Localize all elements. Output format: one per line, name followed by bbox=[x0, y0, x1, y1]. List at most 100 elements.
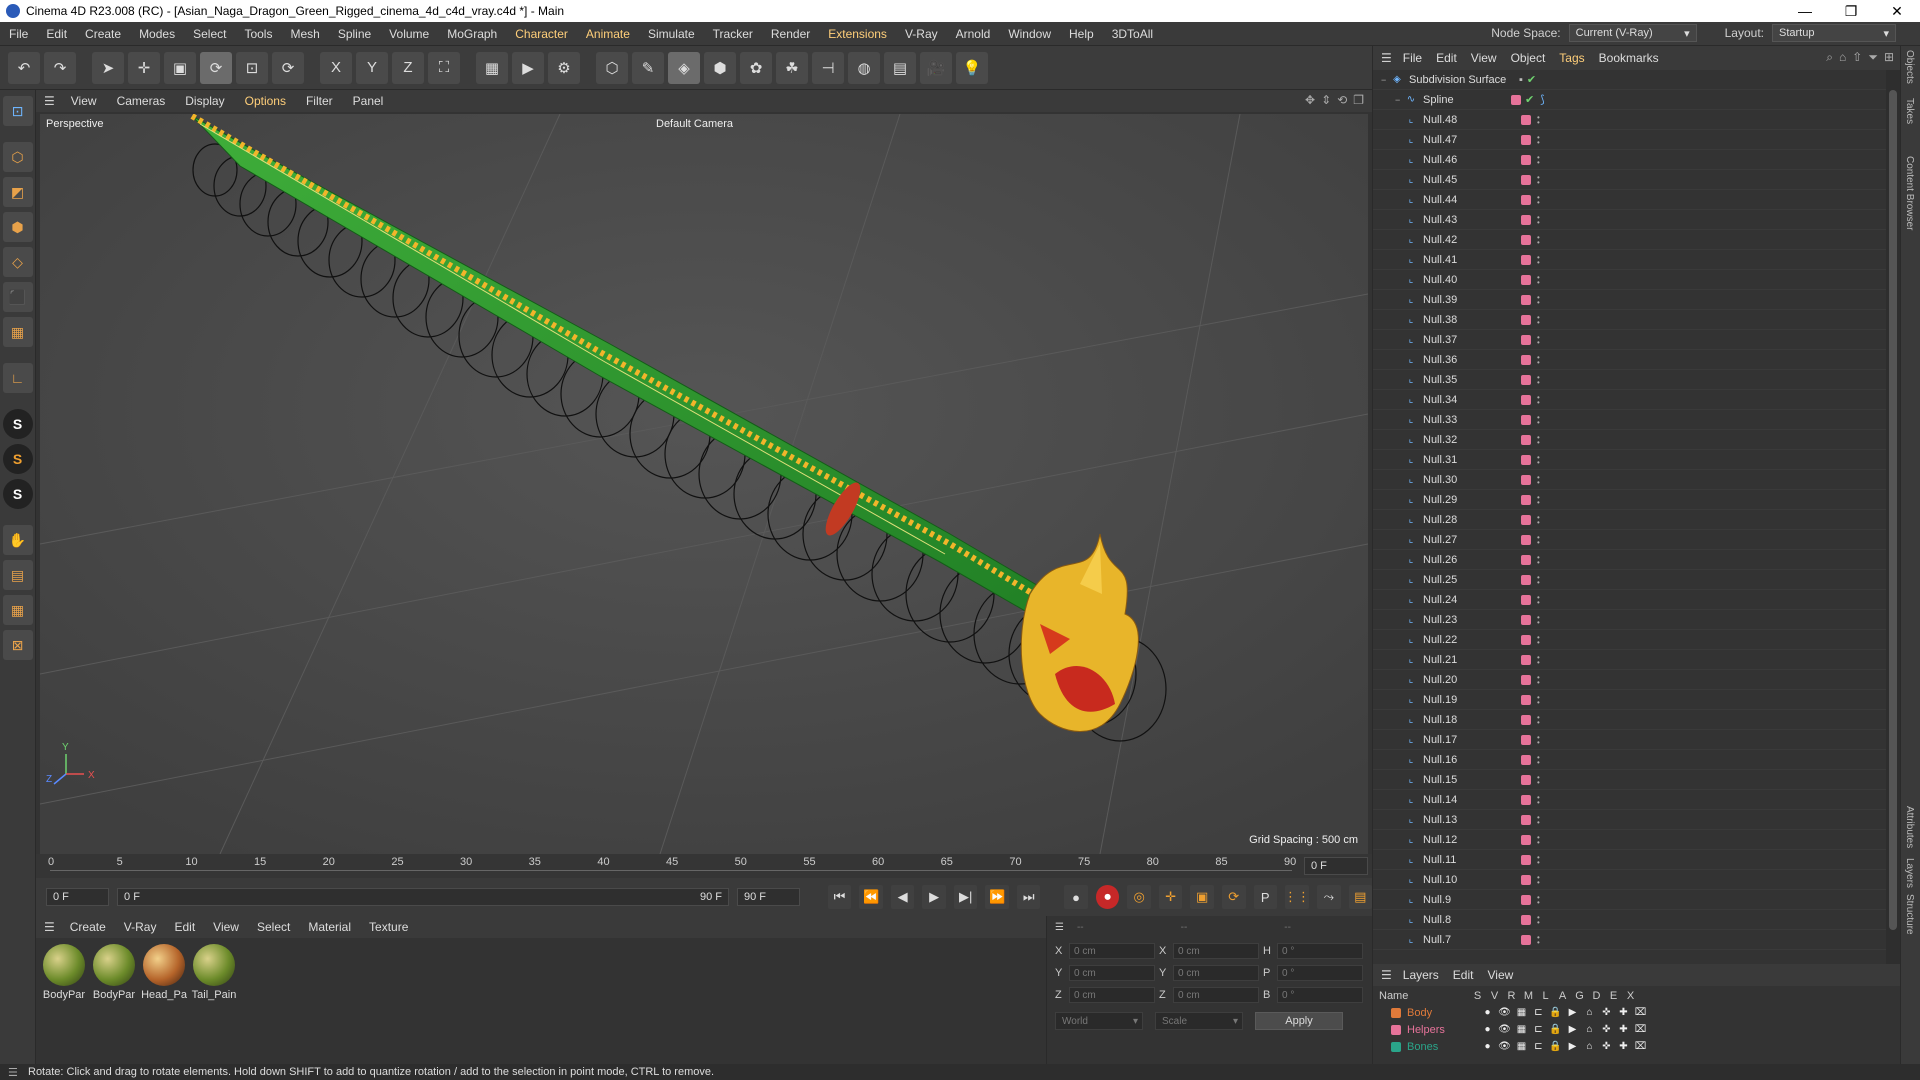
layer-color-tag[interactable] bbox=[1521, 754, 1531, 765]
layer-flag-r-icon[interactable]: ▦ bbox=[1513, 1007, 1530, 1018]
object-row-null-14[interactable]: ⌞ Null.14 • • bbox=[1373, 790, 1886, 810]
visibility-dots-icon[interactable]: • • bbox=[1537, 533, 1541, 546]
snap-icon[interactable]: S bbox=[2, 409, 33, 439]
side-tab-takes[interactable]: Takes bbox=[1904, 98, 1915, 124]
layer-flag-s-icon[interactable]: ● bbox=[1479, 1024, 1496, 1035]
layer-flag-d-icon[interactable]: ✜ bbox=[1598, 1041, 1615, 1052]
visibility-dots-icon[interactable]: • • bbox=[1537, 833, 1541, 846]
object-row-null-18[interactable]: ⌞ Null.18 • • bbox=[1373, 710, 1886, 730]
layer-color-tag[interactable] bbox=[1521, 494, 1531, 505]
layer-color-tag[interactable] bbox=[1511, 94, 1521, 105]
layer-flag-l-icon[interactable]: 🔒 bbox=[1547, 1007, 1564, 1018]
visibility-dots-icon[interactable]: • • bbox=[1537, 453, 1541, 466]
record-rotation-icon[interactable]: ⟳ bbox=[1221, 885, 1246, 909]
layer-color-tag[interactable] bbox=[1521, 174, 1531, 185]
end-frame-field[interactable]: 90 F bbox=[736, 888, 800, 906]
object-row-null-15[interactable]: ⌞ Null.15 • • bbox=[1373, 770, 1886, 790]
weight-icon[interactable]: ✋ bbox=[2, 525, 33, 555]
visibility-dots-icon[interactable]: • • bbox=[1537, 133, 1541, 146]
edit-render-toggle-icon[interactable]: ▪ bbox=[1519, 74, 1523, 86]
object-row-null-41[interactable]: ⌞ Null.41 • • bbox=[1373, 250, 1886, 270]
visibility-dots-icon[interactable]: • • bbox=[1537, 153, 1541, 166]
object-row-null-17[interactable]: ⌞ Null.17 • • bbox=[1373, 730, 1886, 750]
object-row-null-21[interactable]: ⌞ Null.21 • • bbox=[1373, 650, 1886, 670]
layer-flag-m-icon[interactable]: ⊏ bbox=[1530, 1041, 1547, 1052]
layer-color-tag[interactable] bbox=[1521, 434, 1531, 445]
layer-flag-g-icon[interactable]: ⌂ bbox=[1581, 1007, 1598, 1018]
minimize-button[interactable]: — bbox=[1782, 0, 1828, 22]
layer-color-tag[interactable] bbox=[1521, 774, 1531, 785]
axis-icon[interactable]: ∟ bbox=[2, 363, 33, 393]
hamburger-icon[interactable]: ☰ bbox=[1055, 922, 1073, 940]
object-row-null-42[interactable]: ⌞ Null.42 • • bbox=[1373, 230, 1886, 250]
layer-color-tag[interactable] bbox=[1521, 234, 1531, 245]
material-menu-material[interactable]: Material bbox=[299, 920, 360, 934]
polygons-mode-icon[interactable]: ⬛ bbox=[2, 282, 33, 312]
object-row-null-31[interactable]: ⌞ Null.31 • • bbox=[1373, 450, 1886, 470]
layer-menu-edit[interactable]: Edit bbox=[1446, 968, 1481, 982]
enabled-check-icon[interactable]: ✔ bbox=[1525, 93, 1534, 106]
collapse-icon[interactable]: − bbox=[1395, 95, 1405, 105]
move-icon[interactable]: ✛ bbox=[128, 51, 160, 84]
scrollbar-thumb[interactable] bbox=[1889, 90, 1897, 930]
object-row-null-37[interactable]: ⌞ Null.37 • • bbox=[1373, 330, 1886, 350]
visibility-dots-icon[interactable]: • • bbox=[1537, 853, 1541, 866]
visibility-dots-icon[interactable]: • • bbox=[1537, 693, 1541, 706]
object-row-null-38[interactable]: ⌞ Null.38 • • bbox=[1373, 310, 1886, 330]
soft-selection-icon[interactable]: S bbox=[2, 444, 33, 474]
object-row-null-45[interactable]: ⌞ Null.45 • • bbox=[1373, 170, 1886, 190]
layer-color-tag[interactable] bbox=[1521, 474, 1531, 485]
visibility-dots-icon[interactable]: • • bbox=[1537, 293, 1541, 306]
collapse-icon[interactable]: − bbox=[1381, 75, 1391, 85]
menu-character[interactable]: Character bbox=[506, 27, 577, 41]
material-swatch[interactable]: Head_Pa bbox=[141, 944, 187, 1058]
layer-color-tag[interactable] bbox=[1521, 714, 1531, 725]
object-row-null-16[interactable]: ⌞ Null.16 • • bbox=[1373, 750, 1886, 770]
object-row-null-35[interactable]: ⌞ Null.35 • • bbox=[1373, 370, 1886, 390]
interpolation-icon[interactable]: ⤳ bbox=[1317, 885, 1341, 909]
visibility-dots-icon[interactable]: • • bbox=[1537, 873, 1541, 886]
size-mode-dropdown[interactable]: Scale ▾ bbox=[1155, 1012, 1243, 1030]
menu-animate[interactable]: Animate bbox=[577, 27, 639, 41]
position-field[interactable]: 0 cm bbox=[1069, 943, 1155, 959]
layer-flag-v-icon[interactable]: 👁 bbox=[1496, 1007, 1513, 1018]
layer-name[interactable]: Body bbox=[1407, 1007, 1479, 1019]
side-tab-objects[interactable]: Objects bbox=[1904, 50, 1915, 84]
points-mode-icon[interactable]: ⬢ bbox=[2, 212, 33, 242]
layer-color-tag[interactable] bbox=[1521, 834, 1531, 845]
material-swatch[interactable]: BodyPar bbox=[42, 944, 86, 1058]
visibility-dots-icon[interactable]: • • bbox=[1537, 113, 1541, 126]
menu-file[interactable]: File bbox=[0, 27, 37, 41]
layer-menu-view[interactable]: View bbox=[1480, 968, 1520, 982]
keyframe-selection-icon[interactable]: ◎ bbox=[1127, 885, 1151, 909]
light-icon[interactable]: 💡 bbox=[956, 51, 988, 84]
pan-icon[interactable]: ✥ bbox=[1305, 93, 1315, 107]
record-active-objects-icon[interactable]: ● bbox=[1064, 885, 1088, 909]
z-axis-icon[interactable]: Z bbox=[392, 51, 424, 84]
menu-render[interactable]: Render bbox=[762, 27, 819, 41]
menu-edit[interactable]: Edit bbox=[37, 27, 76, 41]
visibility-dots-icon[interactable]: • • bbox=[1537, 933, 1541, 946]
visibility-dots-icon[interactable]: • • bbox=[1537, 413, 1541, 426]
layer-color-tag[interactable] bbox=[1521, 374, 1531, 385]
layer-color-tag[interactable] bbox=[1521, 894, 1531, 905]
rotation-field[interactable]: 0 ° bbox=[1277, 943, 1363, 959]
size-field[interactable]: 0 cm bbox=[1173, 987, 1259, 1003]
layer-color-tag[interactable] bbox=[1521, 114, 1531, 125]
layer-color-tag[interactable] bbox=[1521, 794, 1531, 805]
visibility-dots-icon[interactable]: • • bbox=[1537, 253, 1541, 266]
layer-color-tag[interactable] bbox=[1521, 294, 1531, 305]
pen-icon[interactable]: ✎ bbox=[632, 51, 664, 84]
object-row-null-27[interactable]: ⌞ Null.27 • • bbox=[1373, 530, 1886, 550]
model-mode-icon[interactable]: ⬡ bbox=[2, 142, 33, 172]
search-icon[interactable]: ⌕ bbox=[1826, 50, 1833, 65]
position-field[interactable]: 0 cm bbox=[1069, 965, 1155, 981]
material-swatch[interactable]: Tail_Pain bbox=[192, 944, 236, 1058]
menu-help[interactable]: Help bbox=[1060, 27, 1103, 41]
layer-flag-l-icon[interactable]: 🔒 bbox=[1547, 1041, 1564, 1052]
workplane-icon[interactable]: ▤ bbox=[2, 560, 33, 590]
side-tab-layers[interactable]: Layers bbox=[1904, 858, 1915, 888]
record-scale-icon[interactable]: ▣ bbox=[1190, 885, 1214, 909]
menu-volume[interactable]: Volume bbox=[380, 27, 438, 41]
layer-flag-x-icon[interactable]: ⌧ bbox=[1632, 1041, 1649, 1052]
